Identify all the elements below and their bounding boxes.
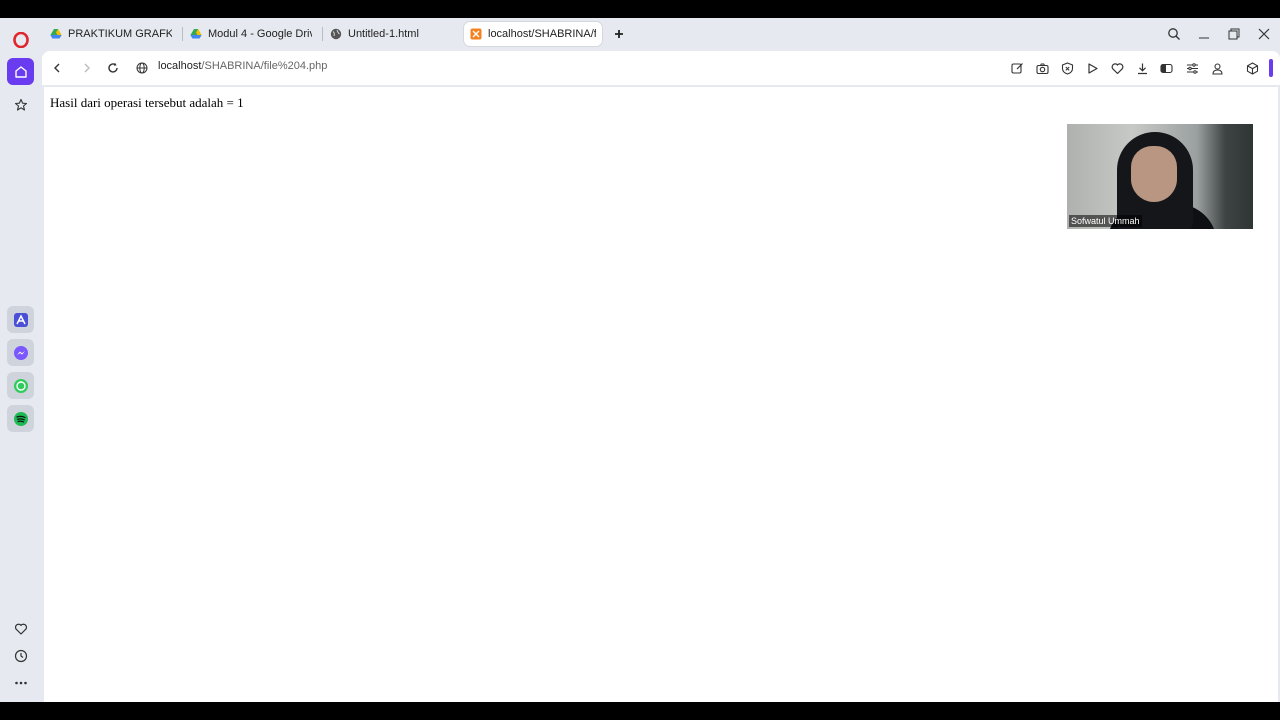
tab-modul-4[interactable]: Modul 4 - Google Drive (184, 22, 318, 46)
tab-label: PRAKTIKUM GRAFKOM H (68, 28, 172, 40)
download-icon[interactable] (1133, 59, 1151, 77)
minimize-icon[interactable] (1194, 24, 1214, 44)
player-icon[interactable] (1083, 59, 1101, 77)
profile-icon[interactable] (1208, 59, 1226, 77)
whatsapp-icon[interactable] (7, 372, 34, 399)
tab-label: localhost/SHABRINA/file (488, 28, 596, 40)
back-icon[interactable] (48, 59, 66, 77)
new-tab-button[interactable] (611, 26, 627, 42)
history-icon[interactable] (7, 642, 34, 669)
forward-icon[interactable] (78, 59, 96, 77)
heart-icon[interactable] (7, 615, 34, 642)
google-drive-icon (50, 28, 62, 40)
url-host: localhost (158, 60, 202, 72)
site-info-globe-icon[interactable] (133, 59, 151, 77)
google-drive-icon (190, 28, 202, 40)
tab-label: Modul 4 - Google Drive (208, 28, 312, 40)
snapshot-camera-icon[interactable] (1033, 59, 1051, 77)
more-icon[interactable] (7, 669, 34, 696)
adblock-shield-icon[interactable] (1058, 59, 1076, 77)
tab-untitled[interactable]: Untitled-1.html (324, 22, 458, 46)
participant-name: Sofwatul Ummah (1069, 215, 1142, 227)
search-tabs-icon[interactable] (1164, 24, 1184, 44)
accent-indicator (1269, 59, 1273, 77)
my-flow-heart-icon[interactable] (1108, 59, 1126, 77)
tab-divider (322, 27, 323, 41)
easy-setup-icon[interactable] (1183, 59, 1201, 77)
address-toolbar: localhost/SHABRINA/file%204.php (42, 51, 1280, 85)
edit-icon[interactable] (1008, 59, 1026, 77)
tab-localhost[interactable]: localhost/SHABRINA/file (464, 22, 602, 46)
star-icon[interactable] (7, 91, 34, 118)
extensions-cube-icon[interactable] (1243, 59, 1261, 77)
opera-logo-icon[interactable] (7, 26, 34, 53)
tab-label: Untitled-1.html (348, 28, 419, 40)
aria-icon[interactable] (7, 306, 34, 333)
xampp-icon (470, 28, 482, 40)
tab-praktikum[interactable]: PRAKTIKUM GRAFKOM H (44, 22, 178, 46)
address-field[interactable]: localhost/SHABRINA/file%204.php (158, 60, 327, 72)
messenger-icon[interactable] (7, 339, 34, 366)
url-path: /SHABRINA/file%204.php (201, 60, 328, 72)
close-icon[interactable] (1254, 24, 1274, 44)
tab-strip: PRAKTIKUM GRAFKOM H Modul 4 - Google Dri… (42, 18, 1280, 50)
letterbox-bar (0, 702, 1280, 720)
spotify-icon[interactable] (7, 405, 34, 432)
tab-divider (182, 27, 183, 41)
result-text: Hasil dari operasi tersebut adalah = 1 (50, 95, 244, 110)
sidebar-toggle-icon[interactable] (1157, 59, 1175, 77)
home-icon[interactable] (7, 58, 34, 85)
participant-face (1131, 146, 1177, 202)
restore-icon[interactable] (1224, 24, 1244, 44)
browser-window: PRAKTIKUM GRAFKOM H Modul 4 - Google Dri… (0, 18, 1280, 702)
reload-icon[interactable] (104, 59, 122, 77)
video-call-thumbnail[interactable]: Sofwatul Ummah (1067, 124, 1253, 229)
globe-icon (330, 28, 342, 40)
sidebar (0, 18, 42, 702)
